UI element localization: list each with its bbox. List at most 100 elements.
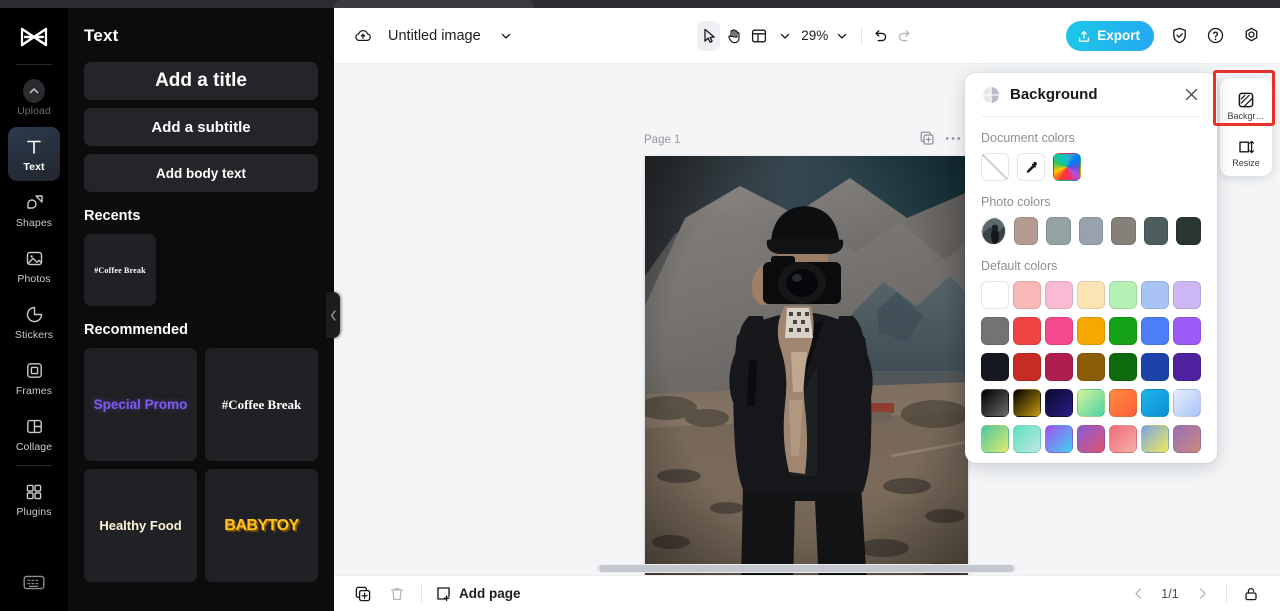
undo-button[interactable] (868, 21, 891, 51)
eyedropper-swatch[interactable] (1017, 153, 1045, 181)
default-color-swatch-27[interactable] (1141, 389, 1169, 417)
recommended-grid: Special Promo #Coffee Break Healthy Food… (84, 348, 318, 582)
sidebar-item-shapes[interactable]: Shapes (8, 183, 60, 237)
default-color-swatch-24[interactable] (1045, 389, 1073, 417)
photo-colors-label: Photo colors (981, 195, 1051, 209)
hand-tool-button[interactable] (722, 21, 745, 51)
cloud-save-icon[interactable] (348, 21, 378, 51)
document-title[interactable]: Untitled image (388, 28, 481, 44)
settings-gear-icon[interactable] (1236, 21, 1266, 51)
select-tool-button[interactable] (697, 20, 721, 51)
default-color-swatch-34[interactable] (1141, 425, 1169, 453)
recommended-card-special-promo[interactable]: Special Promo (84, 348, 197, 461)
sidebar-item-upload[interactable]: Upload (8, 71, 60, 125)
background-tool-button[interactable]: Backgr… (1221, 82, 1271, 129)
export-button[interactable]: Export (1066, 20, 1154, 51)
default-color-swatch-16[interactable] (1013, 353, 1041, 381)
default-color-swatch-29[interactable] (981, 425, 1009, 453)
default-color-swatch-9[interactable] (1013, 317, 1041, 345)
sidebar-item-frames[interactable]: Frames (8, 351, 60, 405)
default-color-swatch-1[interactable] (981, 281, 1009, 309)
photo-color-3[interactable] (1078, 217, 1104, 245)
unlock-icon[interactable] (1236, 579, 1266, 609)
document-title-dropdown[interactable] (491, 21, 521, 51)
default-color-swatch-6[interactable] (1141, 281, 1169, 309)
shield-check-icon[interactable] (1164, 21, 1194, 51)
default-color-swatch-13[interactable] (1141, 317, 1169, 345)
zoom-dropdown-button[interactable] (830, 21, 853, 51)
panel-collapse-handle[interactable] (326, 292, 340, 338)
sidebar-item-stickers[interactable]: Stickers (8, 295, 60, 349)
zoom-level-value[interactable]: 29% (798, 28, 828, 43)
canvas-hscrollbar-thumb[interactable] (599, 565, 1014, 572)
default-color-swatch-19[interactable] (1109, 353, 1137, 381)
default-color-swatch-21[interactable] (1173, 353, 1201, 381)
default-color-swatch-25[interactable] (1077, 389, 1105, 417)
page-tools (919, 130, 961, 146)
toolbar-left-group: Untitled image (348, 21, 521, 51)
default-color-swatch-22[interactable] (981, 389, 1009, 417)
photo-color-5[interactable] (1143, 217, 1169, 245)
default-color-swatch-4[interactable] (1077, 281, 1105, 309)
default-color-swatch-28[interactable] (1173, 389, 1201, 417)
chevron-down-icon (501, 33, 510, 39)
resize-icon (1237, 138, 1255, 156)
default-color-swatch-3[interactable] (1045, 281, 1073, 309)
duplicate-page-icon[interactable] (919, 130, 935, 146)
color-picker-swatch[interactable] (1053, 153, 1081, 181)
more-options-icon[interactable] (945, 136, 961, 141)
redo-button[interactable] (894, 21, 917, 51)
delete-button[interactable] (382, 579, 412, 609)
default-color-swatch-30[interactable] (1013, 425, 1041, 453)
add-title-button[interactable]: Add a title (84, 62, 318, 100)
photo-color-2[interactable] (1046, 217, 1071, 245)
default-color-swatch-2[interactable] (1013, 281, 1041, 309)
prev-page-button[interactable] (1123, 579, 1153, 609)
default-color-swatch-18[interactable] (1077, 353, 1105, 381)
layout-tool-button[interactable] (748, 21, 771, 51)
add-body-text-button[interactable]: Add body text (84, 154, 318, 192)
sidebar-item-collage[interactable]: Collage (8, 407, 60, 461)
add-subtitle-button[interactable]: Add a subtitle (84, 108, 318, 146)
recent-template-card[interactable]: #Coffee Break (84, 234, 156, 306)
photo-thumbnail-swatch[interactable] (981, 217, 1006, 245)
top-toolbar: Untitled image 29% Export (334, 8, 1280, 64)
sidebar-item-photos[interactable]: Photos (8, 239, 60, 293)
recommended-card-coffee-break[interactable]: #Coffee Break (205, 348, 318, 461)
default-color-swatch-33[interactable] (1109, 425, 1137, 453)
default-color-swatch-12[interactable] (1109, 317, 1137, 345)
photo-color-4[interactable] (1111, 217, 1136, 245)
default-color-swatch-7[interactable] (1173, 281, 1201, 309)
add-page-button[interactable]: Add page (435, 585, 521, 602)
default-color-swatch-15[interactable] (981, 353, 1009, 381)
photo-color-6[interactable] (1176, 217, 1202, 245)
keyboard-shortcuts-icon[interactable] (14, 565, 54, 599)
default-color-swatch-26[interactable] (1109, 389, 1137, 417)
close-icon[interactable] (1181, 85, 1201, 105)
resize-tool-button[interactable]: Resize (1221, 129, 1271, 176)
default-color-swatch-5[interactable] (1109, 281, 1137, 309)
default-color-swatch-20[interactable] (1141, 353, 1169, 381)
recommended-card-babytoy[interactable]: BABYTOY (205, 469, 318, 582)
default-color-swatch-31[interactable] (1045, 425, 1073, 453)
default-color-swatch-8[interactable] (981, 317, 1009, 345)
recommended-card-healthy-food[interactable]: Healthy Food (84, 469, 197, 582)
default-color-swatch-10[interactable] (1045, 317, 1073, 345)
default-color-swatch-32[interactable] (1077, 425, 1105, 453)
transparent-swatch[interactable] (981, 153, 1009, 181)
default-color-swatch-14[interactable] (1173, 317, 1201, 345)
next-page-button[interactable] (1187, 579, 1217, 609)
default-color-swatch-23[interactable] (1013, 389, 1041, 417)
default-color-swatch-35[interactable] (1173, 425, 1201, 453)
layout-dropdown-button[interactable] (773, 21, 796, 51)
default-color-swatch-11[interactable] (1077, 317, 1105, 345)
capcut-logo-icon[interactable] (14, 20, 54, 54)
canvas-page[interactable] (645, 156, 968, 575)
undo-icon (875, 29, 887, 41)
sidebar-item-text[interactable]: Text (8, 127, 60, 181)
sidebar-item-plugins[interactable]: Plugins (8, 472, 60, 526)
help-circle-icon[interactable] (1200, 21, 1230, 51)
photo-color-1[interactable] (1013, 217, 1039, 245)
duplicate-icon[interactable] (348, 579, 378, 609)
default-color-swatch-17[interactable] (1045, 353, 1073, 381)
